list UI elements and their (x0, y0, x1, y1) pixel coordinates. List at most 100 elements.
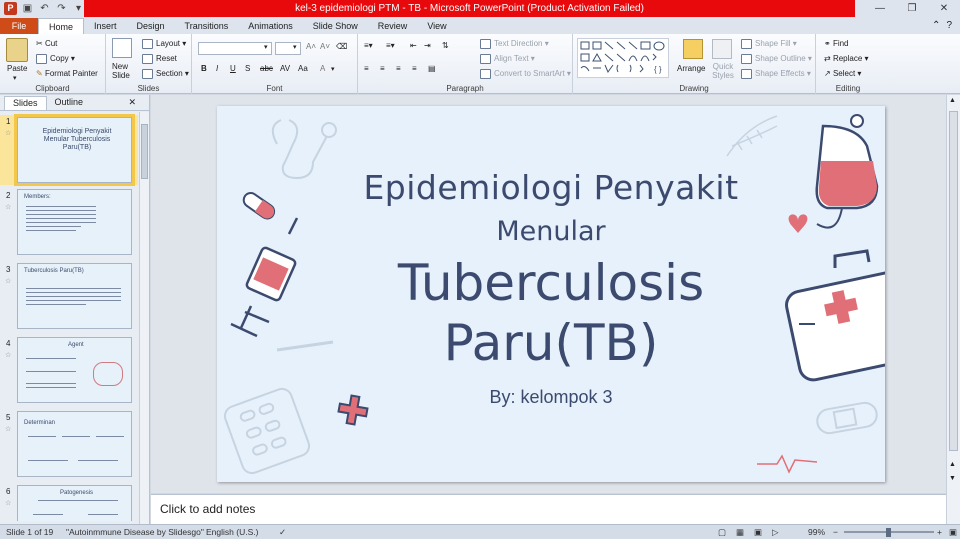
slide-thumbnail[interactable]: Agent (17, 337, 132, 403)
thumbnail-row[interactable]: 1 ☆ Epidemiologi Penyakit Menular Tuberc… (0, 114, 138, 186)
next-slide-icon[interactable]: ▼ (949, 475, 956, 482)
thumbnail-row[interactable]: 3 ☆ Tuberculosis Paru(TB) (0, 263, 138, 333)
slideshow-view-icon[interactable]: ▷ (772, 527, 779, 538)
italic-icon[interactable]: I (216, 64, 218, 73)
align-left-icon[interactable]: ≡ (364, 64, 369, 73)
slide-thumbnail[interactable]: Determinan (17, 411, 132, 477)
grow-font-icon[interactable]: A˄ (306, 42, 316, 51)
text-shadow-icon[interactable]: abc (260, 64, 273, 73)
tab-file[interactable]: File (0, 18, 38, 34)
arrange-icon[interactable] (683, 39, 703, 59)
slide-sorter-icon[interactable]: ▦ (736, 527, 744, 538)
slide-title-line3[interactable]: Tuberculosis (217, 254, 885, 312)
underline-icon[interactable]: U (230, 64, 236, 73)
align-center-icon[interactable]: ≡ (380, 64, 385, 73)
notes-pane[interactable]: Click to add notes (151, 494, 946, 524)
slide-title-line2[interactable]: Menular (217, 216, 885, 247)
theme-name[interactable]: "Autoinmmune Disease by Slidesgo" (66, 527, 204, 537)
align-right-icon[interactable]: ≡ (396, 64, 401, 73)
shape-effects-button[interactable]: Shape Effects ▾ (741, 69, 811, 79)
bold-icon[interactable]: B (201, 64, 207, 73)
thumbnail-row[interactable]: 5 ☆ Determinan (0, 411, 138, 481)
decrease-indent-icon[interactable]: ⇤ (410, 41, 417, 50)
tab-animations[interactable]: Animations (238, 18, 303, 34)
slide-thumbnail[interactable]: Patogenesis (17, 485, 132, 521)
quick-styles-icon[interactable] (712, 39, 732, 59)
slide-thumbnail[interactable]: Tuberculosis Paru(TB) (17, 263, 132, 329)
powerpoint-icon[interactable]: P (4, 2, 17, 15)
shape-outline-button[interactable]: Shape Outline ▾ (741, 54, 812, 64)
quick-styles-button[interactable]: Quick Styles (710, 62, 736, 80)
find-button[interactable]: ⚭ Find (824, 39, 849, 48)
tab-home[interactable]: Home (38, 18, 85, 34)
zoom-level[interactable]: 99% (808, 527, 825, 537)
thumbnail-row[interactable]: 6 ☆ Patogenesis (0, 485, 138, 521)
editor-scrollbar[interactable]: ▲ ▲ ▼ (946, 95, 960, 524)
slide-title-line4[interactable]: Paru(TB) (217, 314, 885, 372)
slide-title-line1[interactable]: Epidemiologi Penyakit (217, 168, 885, 207)
font-color-dropdown-icon[interactable]: ▾ (331, 65, 335, 73)
font-name-dropdown-icon[interactable]: ▾ (264, 43, 268, 51)
fit-to-window-icon[interactable]: ▣ (949, 527, 957, 538)
tab-slide-show[interactable]: Slide Show (303, 18, 368, 34)
undo-icon[interactable]: ↶ (38, 2, 51, 15)
slide-thumbnail[interactable]: Members: (17, 189, 132, 255)
columns-icon[interactable]: ▤ (428, 64, 436, 73)
new-slide-button[interactable]: New Slide (112, 62, 136, 80)
numbering-icon[interactable]: ≡▾ (386, 41, 395, 50)
strikethrough-icon[interactable]: S (245, 64, 250, 73)
arrange-button[interactable]: Arrange (677, 64, 705, 73)
paste-icon[interactable] (6, 38, 28, 62)
tab-transitions[interactable]: Transitions (175, 18, 239, 34)
tab-view[interactable]: View (417, 18, 456, 34)
justify-icon[interactable]: ≡ (412, 64, 417, 73)
line-spacing-icon[interactable]: ⇅ (442, 41, 449, 50)
reading-view-icon[interactable]: ▣ (754, 527, 762, 538)
section-button[interactable]: Section ▾ (142, 69, 189, 79)
help-icon[interactable]: ? (946, 18, 952, 34)
zoom-out-icon[interactable]: − (833, 527, 838, 537)
scroll-up-icon[interactable]: ▲ (949, 97, 956, 104)
reset-button[interactable]: Reset (142, 54, 177, 64)
zoom-slider-thumb[interactable] (885, 528, 891, 537)
zoom-slider[interactable] (844, 528, 934, 537)
minimize-ribbon-icon[interactable]: ⌃ (932, 18, 940, 34)
increase-indent-icon[interactable]: ⇥ (424, 41, 431, 50)
align-text-button[interactable]: Align Text ▾ (480, 54, 535, 64)
slide-canvas[interactable]: Epidemiologi Penyakit Menular Tuberculos… (217, 106, 885, 482)
convert-smartart-button[interactable]: Convert to SmartArt ▾ (480, 69, 571, 79)
clear-formatting-icon[interactable]: ⌫ (336, 42, 347, 51)
panel-scroll-thumb[interactable] (141, 124, 148, 179)
text-direction-button[interactable]: Text Direction ▾ (480, 39, 549, 49)
slide-thumbnail[interactable]: Epidemiologi Penyakit Menular Tuberculos… (14, 114, 135, 186)
panel-scrollbar[interactable] (139, 112, 149, 524)
spellcheck-icon[interactable]: ✓ (279, 527, 286, 538)
tab-review[interactable]: Review (368, 18, 418, 34)
language-indicator[interactable]: English (U.S.) (206, 527, 258, 537)
font-name-combo[interactable] (198, 42, 272, 55)
paste-button[interactable]: Paste (7, 64, 27, 73)
slide-subtitle[interactable]: By: kelompok 3 (217, 387, 885, 408)
paste-dropdown-icon[interactable]: ▾ (13, 74, 17, 82)
change-case-icon[interactable]: Aa (298, 64, 308, 73)
thumbnail-row[interactable]: 4 ☆ Agent (0, 337, 138, 407)
copy-button[interactable]: Copy ▾ (36, 54, 75, 64)
close-panel-icon[interactable]: ✕ (120, 96, 144, 110)
tab-insert[interactable]: Insert (84, 18, 127, 34)
cut-button[interactable]: ✂ Cut (36, 39, 57, 48)
save-icon[interactable]: ▣ (21, 2, 34, 15)
replace-button[interactable]: ⇄ Replace ▾ (824, 54, 869, 63)
font-size-dropdown-icon[interactable]: ▾ (293, 43, 297, 51)
thumbnail-row[interactable]: 2 ☆ Members: (0, 189, 138, 259)
select-button[interactable]: ↗ Select ▾ (824, 69, 861, 78)
format-painter-button[interactable]: ✎ Format Painter (36, 69, 98, 78)
shapes-gallery[interactable]: { } (577, 38, 669, 78)
zoom-in-icon[interactable]: + (937, 527, 942, 537)
redo-icon[interactable]: ↷ (55, 2, 68, 15)
character-spacing-icon[interactable]: AV (280, 64, 290, 73)
shrink-font-icon[interactable]: A˅ (320, 42, 330, 51)
tab-outline[interactable]: Outline (47, 96, 92, 110)
previous-slide-icon[interactable]: ▲ (949, 461, 956, 468)
bullets-icon[interactable]: ≡▾ (364, 41, 373, 50)
minimize-icon[interactable]: — (864, 0, 896, 17)
